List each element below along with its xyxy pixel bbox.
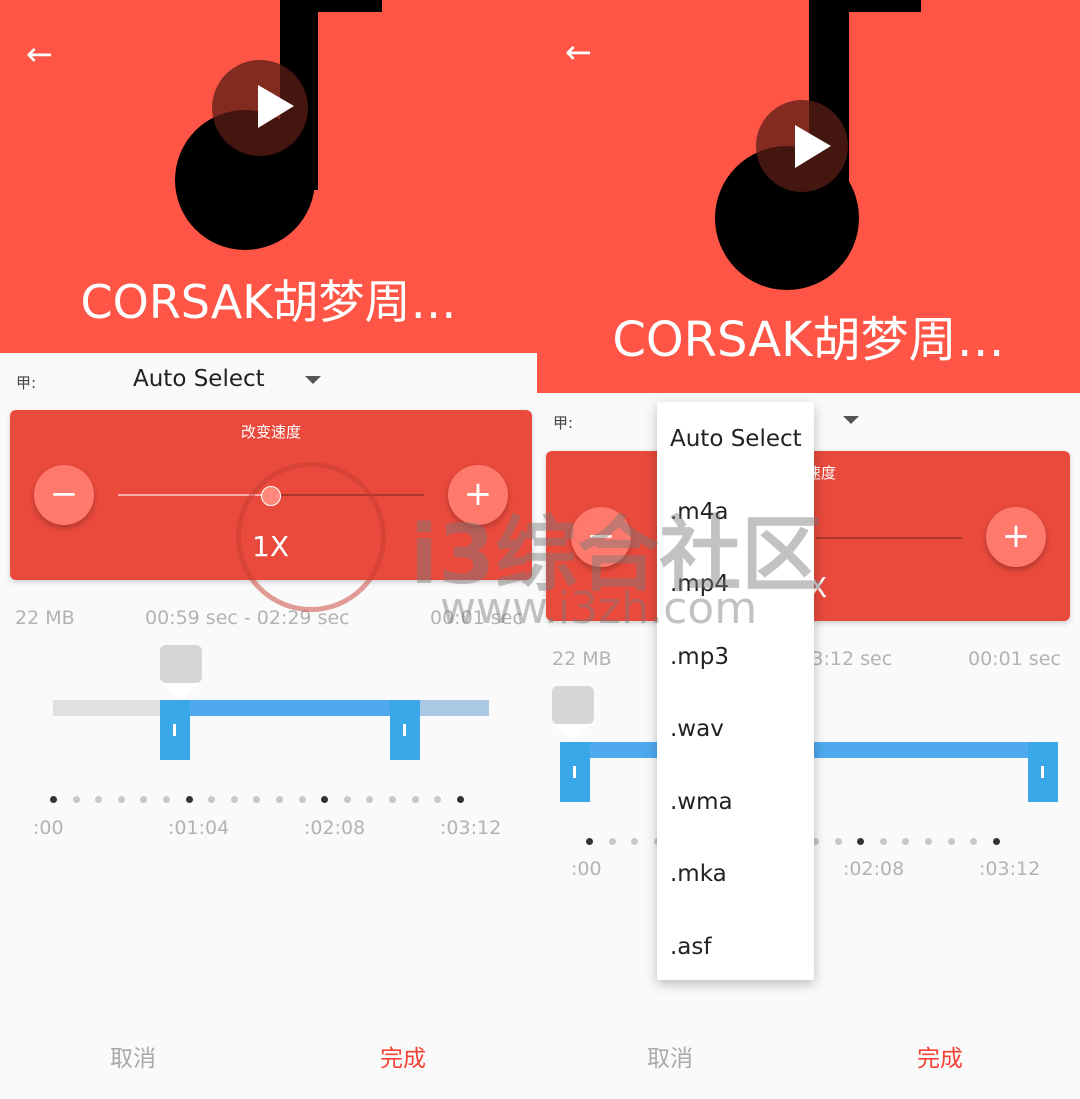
file-size: 22 MB [15,607,75,629]
cancel-button[interactable]: 取消 [647,1039,693,1073]
trim-start-handle[interactable] [160,700,190,760]
timeline-tick: :02:08 [843,858,905,880]
speed-increase-button[interactable]: + [986,507,1046,567]
timeline-dot [140,796,148,803]
timeline-dot [298,796,306,803]
cancel-button[interactable]: 取消 [110,1039,156,1073]
done-button[interactable]: 完成 [380,1039,426,1073]
watermark-logo [236,462,386,612]
timeline-dot [389,796,396,803]
position-pointer [554,724,592,742]
timeline-tick: :00 [33,817,64,839]
dropdown-caret-icon[interactable] [843,416,859,424]
dropdown-caret-icon[interactable] [305,376,321,384]
timeline-dot [879,838,887,845]
song-title: CORSAK胡梦周… [80,275,457,329]
timeline-dot [970,838,978,845]
timeline-dot [185,796,193,803]
format-option-mp3[interactable]: .mp3 [670,644,729,670]
timeline-tick: :03:12 [440,817,502,839]
selection-range: :3:12 sec [805,648,893,670]
watermark-url: www.i3zh.com [440,583,758,634]
timeline-dot [925,838,932,845]
speed-title: 改变速度 [240,423,301,441]
trim-end-handle[interactable] [390,700,420,760]
format-option-auto[interactable]: Auto Select [670,426,802,452]
timeline-dot [253,796,261,803]
timeline-dot [208,796,216,803]
timeline-dot [366,796,374,803]
timeline-dot [631,838,639,845]
trim-bar-before [53,700,173,716]
timeline-tick: :03:12 [979,858,1041,880]
album-header: ← CORSAK胡梦周… [537,0,1080,393]
timeline-dot [95,796,103,803]
timeline-dot [992,838,1000,845]
timeline-tick: :02:08 [304,817,366,839]
timeline-dot [456,796,464,803]
back-arrow-icon[interactable]: ← [26,38,53,70]
format-option-wav[interactable]: .wav [670,716,724,742]
album-header: ← CORSAK胡梦周… [0,0,537,353]
format-option-wma[interactable]: .wma [670,789,733,815]
song-title: CORSAK胡梦周… [612,312,1005,368]
timeline-dot [321,796,329,803]
timeline-tick: :00 [571,858,602,880]
timeline-dot [947,838,955,845]
speed-decrease-button[interactable]: − [34,465,94,525]
file-size: 22 MB [552,648,612,670]
timeline-dot [586,838,593,845]
timeline-dot [163,796,170,803]
back-arrow-icon[interactable]: ← [565,36,592,68]
timeline-dot [902,838,910,845]
timeline-dot [276,796,283,803]
selection-duration: 00:01 sec [968,648,1061,670]
timeline-dot [230,796,238,803]
music-note-icon [715,0,921,290]
timeline-dot [343,796,351,803]
timeline-dot [857,838,865,845]
timeline-dot [411,796,419,803]
trim-bar-selected [575,742,1055,758]
timeline-dot [434,796,442,803]
format-option-asf[interactable]: .asf [670,934,712,960]
timeline-dot [608,838,616,845]
format-label: 甲: [553,414,574,432]
position-bubble [552,686,594,724]
timeline-dot [117,796,125,803]
format-select[interactable]: Auto Select [133,366,265,392]
position-bubble [160,645,202,683]
position-pointer [162,683,200,701]
trim-end-handle[interactable] [1028,742,1058,802]
done-button[interactable]: 完成 [917,1039,963,1073]
timeline-dot [834,838,842,845]
format-option-mka[interactable]: .mka [670,861,727,887]
speed-slider-rest [816,537,962,539]
timeline-dot [50,796,57,803]
music-note-icon [175,0,382,250]
trim-bar-selected [175,700,405,716]
timeline-dot [72,796,80,803]
timeline-tick: :01:04 [168,817,230,839]
trim-start-handle[interactable] [560,742,590,802]
format-label: 甲: [16,374,37,392]
